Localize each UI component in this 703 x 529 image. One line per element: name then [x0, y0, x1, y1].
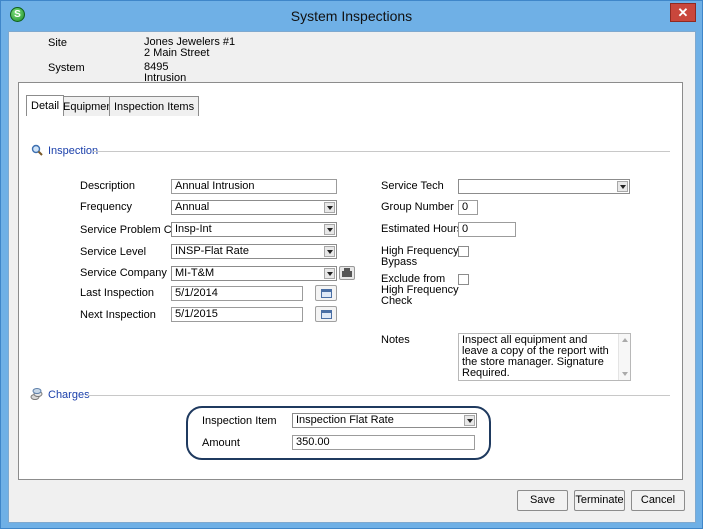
last-inspection-label: Last Inspection	[80, 287, 154, 299]
chevron-down-icon[interactable]	[324, 224, 335, 235]
chevron-down-icon[interactable]	[324, 268, 335, 279]
notes-text: Inspect all equipment and leave a copy o…	[462, 334, 609, 379]
terminate-button[interactable]: Terminate	[574, 490, 625, 511]
cancel-button[interactable]: Cancel	[631, 490, 685, 511]
calendar-icon	[321, 310, 332, 319]
notes-textarea[interactable]: Inspect all equipment and leave a copy o…	[458, 333, 631, 381]
service-problem-code-value: Insp-Int	[175, 223, 212, 235]
estimated-hours-field[interactable]: 0	[458, 222, 516, 237]
notes-label: Notes	[381, 334, 410, 346]
next-inspection-calendar-button[interactable]	[315, 306, 337, 322]
close-button[interactable]: ✕	[670, 3, 696, 22]
company-lookup-icon[interactable]	[339, 266, 355, 280]
service-problem-code-dropdown[interactable]: Insp-Int	[171, 222, 337, 237]
service-tech-label: Service Tech	[381, 180, 444, 192]
group-number-label: Group Number	[381, 201, 454, 213]
high-frequency-bypass-checkbox[interactable]	[458, 246, 469, 257]
inspection-item-dropdown[interactable]: Inspection Flat Rate	[292, 413, 477, 428]
system-label: System	[48, 62, 85, 74]
charges-section-title: Charges	[48, 389, 90, 401]
service-company-value: MI-T&M	[175, 267, 215, 279]
inspection-item-value: Inspection Flat Rate	[296, 414, 394, 426]
tab-detail[interactable]: Detail	[26, 95, 65, 116]
last-inspection-calendar-button[interactable]	[315, 285, 337, 301]
exclude-high-frequency-checkbox[interactable]	[458, 274, 469, 285]
notes-scrollbar[interactable]	[618, 334, 630, 380]
chevron-down-icon[interactable]	[617, 181, 628, 192]
frequency-label: Frequency	[80, 201, 132, 213]
group-number-field[interactable]: 0	[458, 200, 478, 215]
tab-inspection-items[interactable]: Inspection Items	[109, 96, 200, 116]
inspection-section-title: Inspection	[48, 145, 99, 157]
service-level-value: INSP-Flat Rate	[175, 245, 249, 257]
save-button[interactable]: Save	[517, 490, 568, 511]
next-inspection-date-field[interactable]: 5/1/2015	[171, 307, 303, 322]
chevron-down-icon[interactable]	[324, 246, 335, 257]
frequency-value: Annual	[175, 201, 210, 213]
coins-icon	[30, 388, 43, 400]
chevron-down-icon[interactable]	[464, 415, 475, 426]
magnifier-icon	[31, 144, 43, 156]
chevron-down-icon[interactable]	[324, 202, 335, 213]
inspection-section-divider	[93, 151, 670, 152]
amount-field[interactable]: 350.00	[292, 435, 475, 450]
site-address: 2 Main Street	[144, 47, 210, 59]
service-tech-dropdown[interactable]	[458, 179, 630, 194]
service-level-dropdown[interactable]: INSP-Flat Rate	[171, 244, 337, 259]
exclude-high-frequency-label-line3: Check	[381, 295, 413, 307]
calendar-icon	[321, 289, 332, 298]
site-label: Site	[48, 37, 67, 49]
description-field[interactable]: Annual Intrusion	[171, 179, 337, 194]
description-label: Description	[80, 180, 136, 192]
estimated-hours-label: Estimated Hours	[381, 223, 463, 235]
service-level-label: Service Level	[80, 246, 147, 258]
window-title: System Inspections	[290, 8, 413, 24]
inspection-item-label: Inspection Item	[202, 415, 277, 427]
title-bar[interactable]: S System Inspections ✕	[1, 1, 702, 31]
amount-label: Amount	[202, 437, 240, 449]
frequency-dropdown[interactable]: Annual	[171, 200, 337, 215]
service-company-dropdown[interactable]: MI-T&M	[171, 266, 337, 281]
charges-section-divider	[87, 395, 670, 396]
system-inspections-window: S System Inspections ✕ Site Jones Jewele…	[0, 0, 703, 529]
next-inspection-label: Next Inspection	[80, 309, 156, 321]
high-frequency-bypass-label-line2: Bypass	[381, 256, 418, 268]
service-company-label: Service Company	[80, 267, 167, 279]
last-inspection-date-field[interactable]: 5/1/2014	[171, 286, 303, 301]
